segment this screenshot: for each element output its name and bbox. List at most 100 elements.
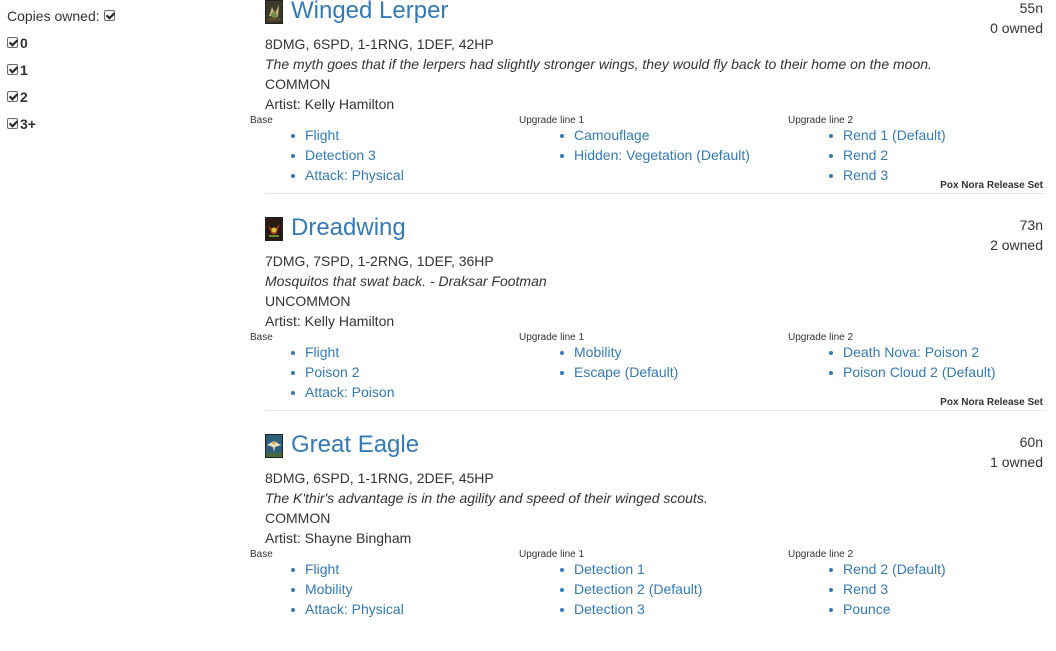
ability-link[interactable]: Rend 2 (Default) (843, 561, 946, 577)
ability-item: Poison Cloud 2 (Default) (829, 364, 1056, 384)
card-owned-count: 2 owned (990, 237, 1043, 253)
ability-link[interactable]: Detection 3 (574, 601, 645, 617)
ability-link[interactable]: Detection 2 (Default) (574, 581, 702, 597)
card-stats: 8DMG, 6SPD, 1-1RNG, 1DEF, 42HP (265, 36, 494, 52)
card-entry: Winged Lerper 55n 0 owned 8DMG, 6SPD, 1-1RN… (250, 0, 1045, 217)
copies-option-3plus[interactable]: 3+ (7, 115, 237, 132)
ability-list: Rend 1 (Default) Rend 2 Rend 3 (788, 127, 1056, 187)
ability-link[interactable]: Hidden: Vegetation (Default) (574, 147, 750, 163)
ability-link[interactable]: Mobility (574, 344, 621, 360)
ability-column-heading: Upgrade line 1 (519, 115, 585, 126)
card-cost: 55n (1019, 0, 1043, 16)
ability-link[interactable]: Attack: Physical (305, 167, 404, 183)
ability-link[interactable]: Death Nova: Poison 2 (843, 344, 979, 360)
card-name-link[interactable]: Great Eagle (291, 431, 419, 459)
ability-link[interactable]: Camouflage (574, 127, 650, 143)
checkbox-icon[interactable] (7, 64, 18, 75)
card-flavor-text: Mosquitos that swat back. - Draksar Foot… (265, 273, 547, 289)
ability-column-0: Base Flight Detection 3 Attack: Physical (250, 115, 519, 187)
ability-item: Poison 2 (291, 364, 519, 384)
checkbox-icon[interactable] (7, 118, 18, 129)
ability-column-0: Base Flight Mobility Attack: Physical (250, 549, 519, 621)
card-set-label: Pox Nora Release Set (940, 180, 1043, 191)
card-name-link[interactable]: Dreadwing (291, 214, 406, 242)
copies-option-2[interactable]: 2 (7, 88, 237, 105)
ability-item: Escape (Default) (560, 364, 788, 384)
card-rarity: COMMON (265, 76, 331, 92)
copies-owned-label: Copies owned: (7, 7, 100, 24)
card-name-link[interactable]: Winged Lerper (291, 0, 448, 25)
copies-option-label: 1 (20, 61, 28, 78)
ability-link[interactable]: Attack: Physical (305, 601, 404, 617)
ability-item: Flight (291, 561, 519, 581)
checkbox-icon[interactable] (7, 37, 18, 48)
card-rarity: COMMON (265, 510, 331, 526)
ability-link[interactable]: Mobility (305, 581, 352, 597)
ability-list: Mobility Escape (Default) (519, 344, 788, 384)
card-entry: Dreadwing 73n 2 owned 7DMG, 7SPD, 1-2RNG, 1… (250, 214, 1045, 434)
ability-link[interactable]: Poison 2 (305, 364, 359, 380)
card-artist: Artist: Shayne Bingham (265, 530, 412, 546)
copies-owned-all-checkbox[interactable] (103, 10, 115, 21)
card-portrait-icon[interactable] (265, 434, 283, 458)
ability-column-2: Upgrade line 2 Rend 2 (Default) Rend 3 Poun… (788, 549, 1056, 621)
ability-link[interactable]: Flight (305, 127, 339, 143)
ability-column-heading: Base (250, 332, 273, 343)
ability-item: Camouflage (560, 127, 788, 147)
copies-option-1[interactable]: 1 (7, 61, 237, 78)
ability-column-heading: Upgrade line 2 (788, 332, 854, 343)
ability-column-2: Upgrade line 2 Rend 1 (Default) Rend 2 Rend… (788, 115, 1056, 187)
ability-list: Detection 1 Detection 2 (Default) Detectio… (519, 561, 788, 621)
copies-option-label: 3+ (20, 115, 36, 132)
ability-column-heading: Upgrade line 1 (519, 549, 585, 560)
ability-link[interactable]: Rend 2 (843, 147, 888, 163)
card-portrait-icon[interactable] (265, 217, 283, 241)
card-entry: Great Eagle 60n 1 owned 8DMG, 6SPD, 1-1RNG,… (250, 431, 1045, 651)
copies-option-label: 2 (20, 88, 28, 105)
ability-item: Rend 2 (829, 147, 1056, 167)
ability-item: Flight (291, 344, 519, 364)
ability-link[interactable]: Rend 3 (843, 167, 888, 183)
ability-item: Mobility (560, 344, 788, 364)
ability-link[interactable]: Flight (305, 561, 339, 577)
ability-item: Rend 2 (Default) (829, 561, 1056, 581)
ability-link[interactable]: Detection 1 (574, 561, 645, 577)
card-rarity: UNCOMMON (265, 293, 351, 309)
card-flavor-text: The myth goes that if the lerpers had sl… (265, 56, 932, 72)
ability-item: Hidden: Vegetation (Default) (560, 147, 788, 167)
ability-link[interactable]: Pounce (843, 601, 890, 617)
ability-item: Rend 1 (Default) (829, 127, 1056, 147)
ability-link[interactable]: Flight (305, 344, 339, 360)
ability-link[interactable]: Poison Cloud 2 (Default) (843, 364, 996, 380)
card-flavor-text: The K'thir's advantage is in the agility… (265, 490, 708, 506)
ability-list: Flight Mobility Attack: Physical (250, 561, 519, 621)
ability-item: Flight (291, 127, 519, 147)
card-owned-count: 0 owned (990, 20, 1043, 36)
ability-link[interactable]: Rend 1 (Default) (843, 127, 946, 143)
copies-owned-filter: Copies owned: (7, 7, 237, 24)
ability-list: Death Nova: Poison 2 Poison Cloud 2 (Defa… (788, 344, 1056, 384)
copies-option-0[interactable]: 0 (7, 34, 237, 51)
ability-link[interactable]: Attack: Poison (305, 384, 395, 400)
card-artist: Artist: Kelly Hamilton (265, 313, 395, 329)
ability-column-1: Upgrade line 1 Detection 1 Detection 2 (De… (519, 549, 788, 621)
ability-list: Flight Poison 2 Attack: Poison (250, 344, 519, 404)
ability-column-0: Base Flight Poison 2 Attack: Poison (250, 332, 519, 404)
card-divider (265, 193, 1045, 194)
ability-column-heading: Base (250, 115, 273, 126)
ability-item: Attack: Physical (291, 601, 519, 621)
card-stats: 7DMG, 7SPD, 1-2RNG, 1DEF, 36HP (265, 253, 494, 269)
ability-item: Detection 3 (560, 601, 788, 621)
ability-item: Pounce (829, 601, 1056, 621)
ability-item: Detection 3 (291, 147, 519, 167)
ability-column-1: Upgrade line 1 Mobility Escape (Default) (519, 332, 788, 384)
ability-link[interactable]: Escape (Default) (574, 364, 678, 380)
copies-option-label: 0 (20, 34, 28, 51)
card-set-label: Pox Nora Release Set (940, 397, 1043, 408)
checkbox-icon[interactable] (7, 91, 18, 102)
card-portrait-icon[interactable] (265, 0, 283, 24)
ability-column-heading: Base (250, 549, 273, 560)
ability-link[interactable]: Detection 3 (305, 147, 376, 163)
ability-column-heading: Upgrade line 1 (519, 332, 585, 343)
ability-link[interactable]: Rend 3 (843, 581, 888, 597)
